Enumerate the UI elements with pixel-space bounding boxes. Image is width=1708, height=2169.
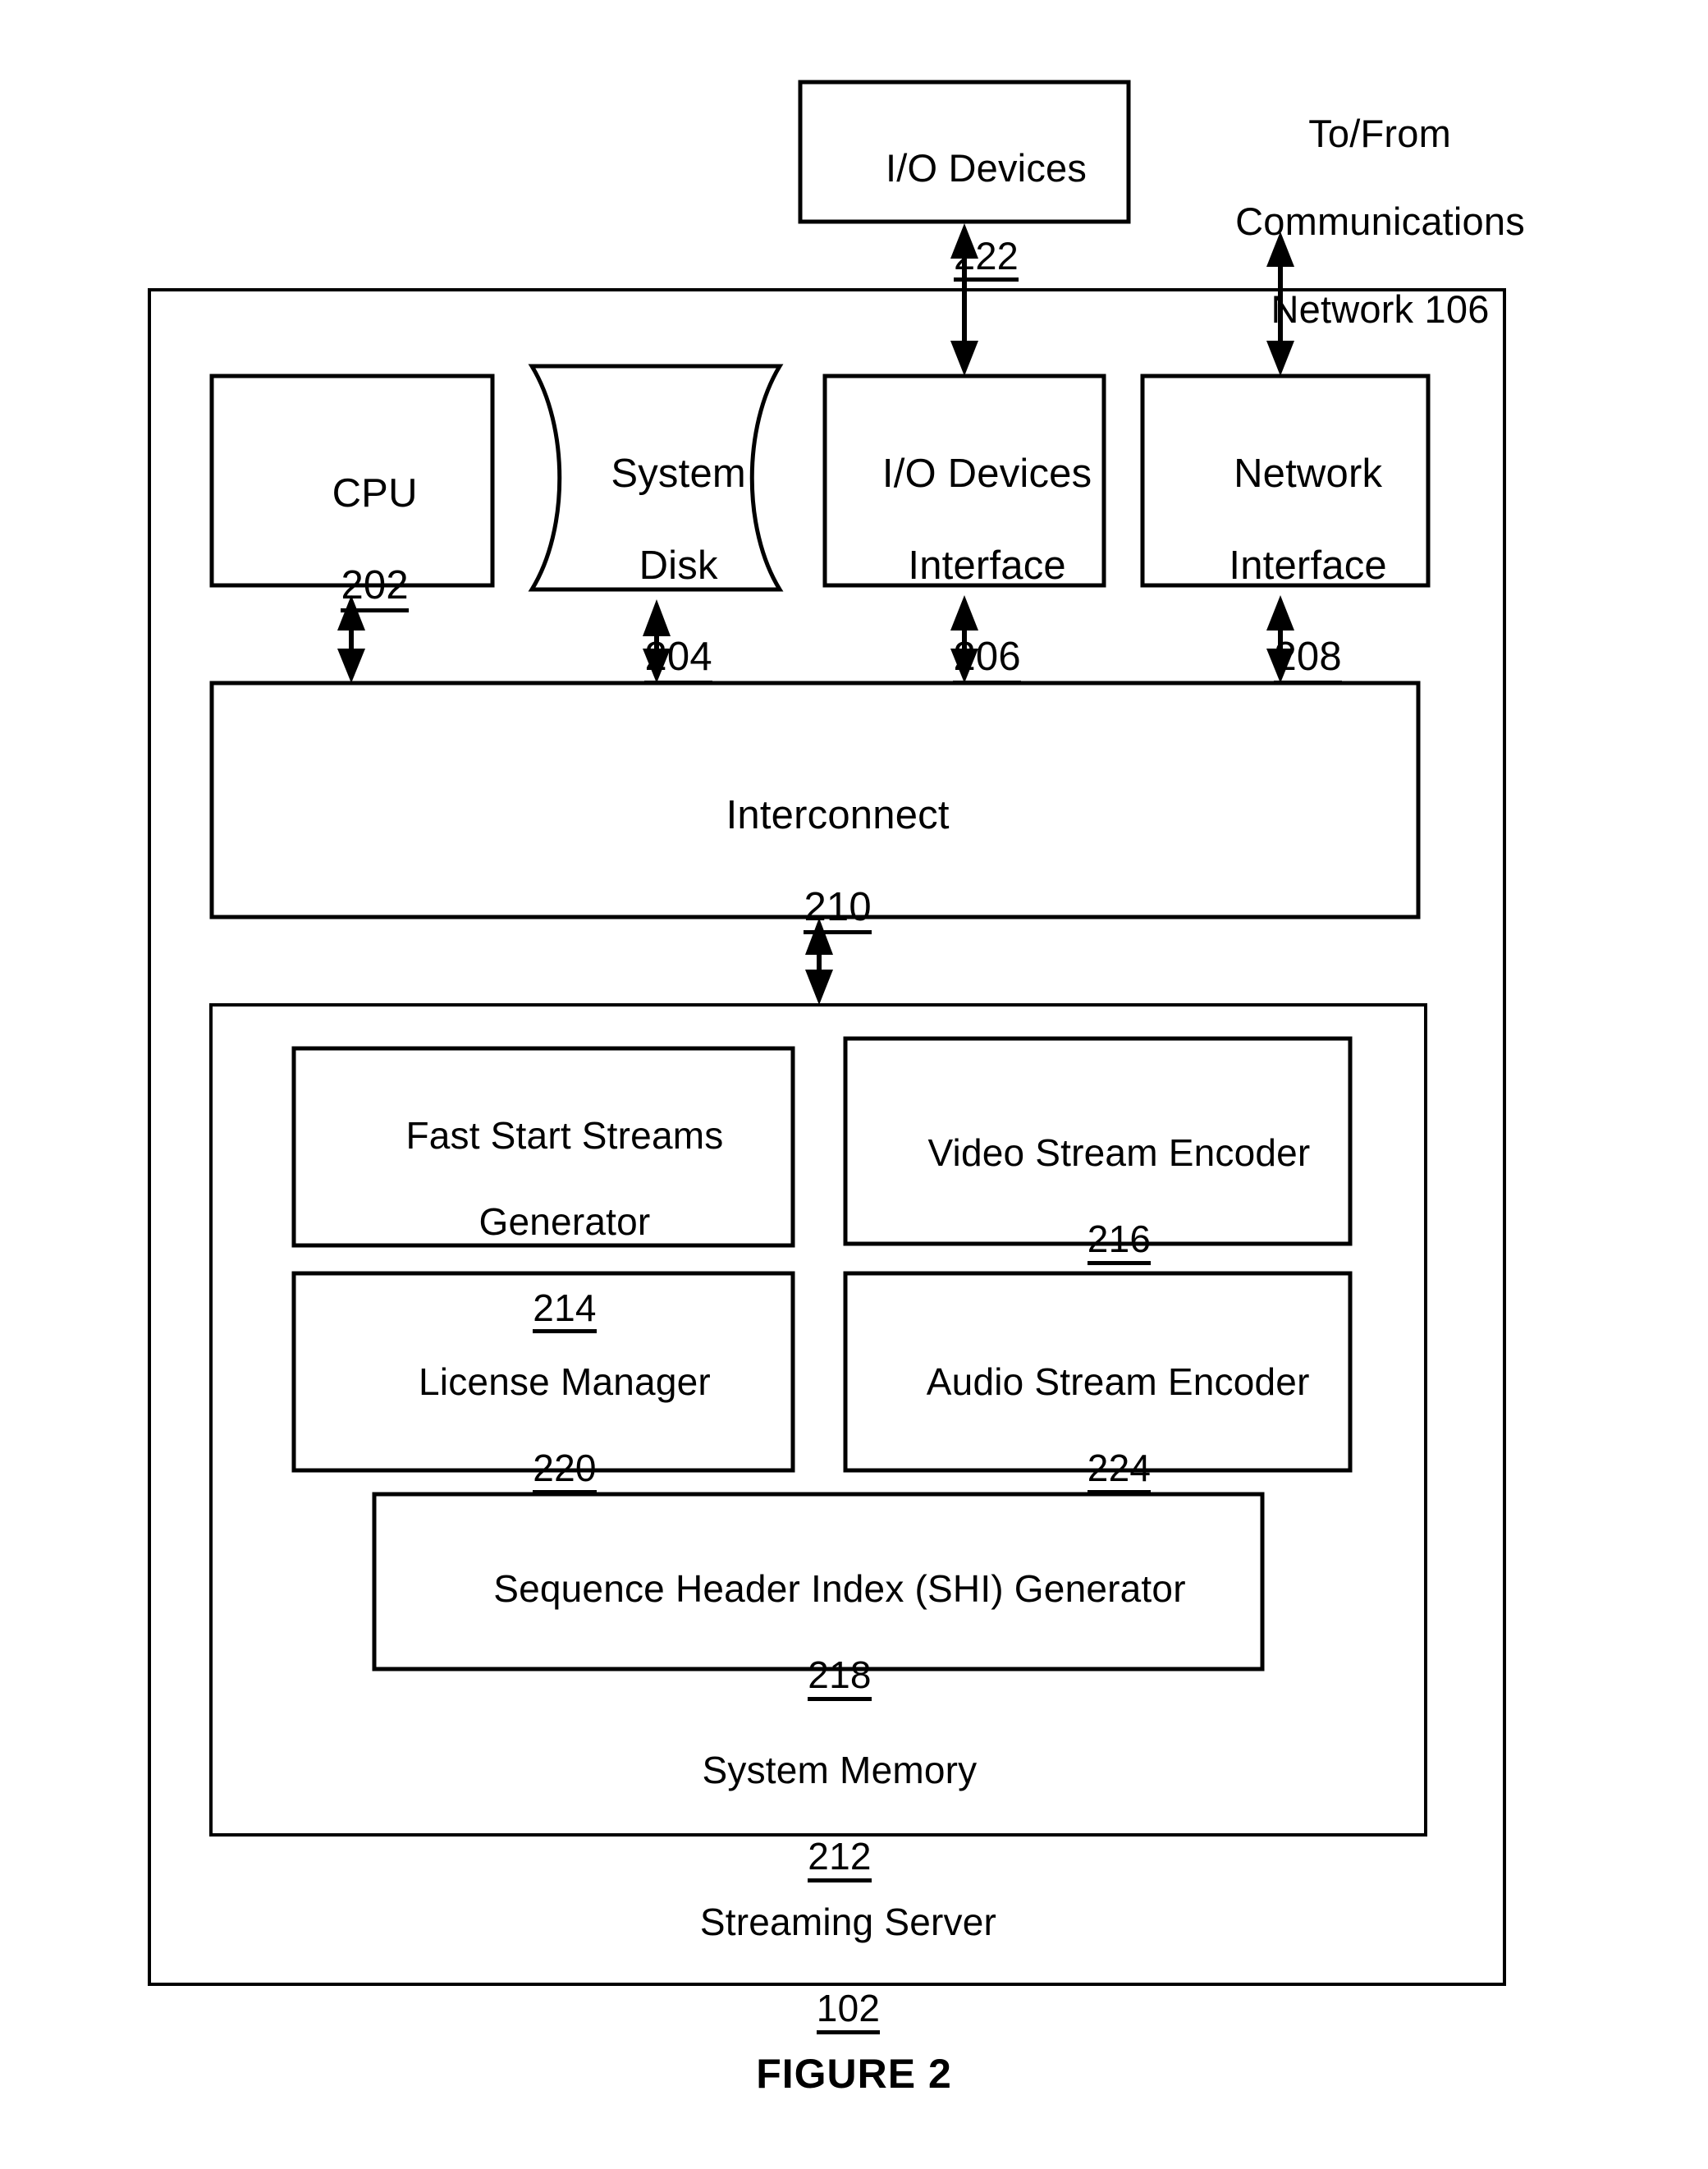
io-devices-external-label: I/O Devices 222 (800, 102, 1129, 326)
license-manager-ref: 220 (533, 1448, 597, 1494)
fast-start-title-line2: Generator (479, 1200, 651, 1244)
network-interface-ref: 208 (1274, 635, 1342, 685)
cpu-label: CPU 202 (212, 425, 492, 658)
video-stream-encoder-label: Video Stream Encoder 216 (845, 1089, 1350, 1308)
communications-network-note: To/From Communications Network 106 (1186, 67, 1531, 375)
audio-stream-encoder-ref: 224 (1087, 1448, 1152, 1494)
streaming-server-title: Streaming Server (699, 1901, 997, 1944)
io-devices-interface-title-line1: I/O Devices (881, 451, 1092, 496)
cpu-ref: 202 (341, 564, 409, 613)
system-memory-title: System Memory (702, 1749, 978, 1792)
network-note-line2: Communications (1235, 199, 1525, 243)
io-devices-interface-title-line2: Interface (908, 543, 1066, 588)
interconnect-ref: 210 (804, 886, 872, 935)
shi-generator-title: Sequence Header Index (SHI) Generator (493, 1567, 1186, 1611)
streaming-server-label: Streaming Server 102 (149, 1858, 1504, 2077)
audio-stream-encoder-title: Audio Stream Encoder (926, 1360, 1310, 1404)
network-note-line3: Network 106 (1271, 287, 1490, 331)
interconnect-title: Interconnect (726, 792, 950, 837)
video-stream-encoder-title: Video Stream Encoder (927, 1131, 1311, 1175)
system-disk-ref: 204 (644, 635, 712, 685)
interconnect-label: Interconnect 210 (212, 747, 1418, 980)
network-note-line1: To/From (1308, 111, 1451, 155)
network-interface-title-line2: Interface (1229, 543, 1387, 588)
io-devices-interface-ref: 206 (953, 635, 1021, 685)
video-stream-encoder-ref: 216 (1087, 1219, 1152, 1265)
patent-figure-2: I/O Devices 222 To/From Communications N… (0, 0, 1708, 2169)
io-devices-external-ref: 222 (954, 235, 1019, 282)
streaming-server-ref: 102 (816, 1988, 881, 2034)
network-interface-label: Network Interface 208 (1142, 406, 1428, 731)
audio-stream-encoder-label: Audio Stream Encoder 224 (845, 1318, 1350, 1537)
system-disk-title-line1: System (611, 451, 746, 496)
shi-generator-ref: 218 (808, 1655, 872, 1701)
license-manager-title: License Manager (419, 1360, 711, 1404)
cpu-title: CPU (332, 470, 418, 516)
system-disk-title-line2: Disk (639, 543, 718, 588)
figure-caption: FIGURE 2 (756, 2051, 952, 2097)
io-devices-interface-label: I/O Devices Interface 206 (821, 406, 1108, 731)
fast-start-title-line1: Fast Start Streams (405, 1114, 724, 1158)
io-devices-external-title: I/O Devices (885, 145, 1088, 190)
network-interface-title-line1: Network (1234, 451, 1383, 496)
license-manager-label: License Manager 220 (294, 1318, 793, 1537)
system-disk-label: System Disk 204 (542, 406, 770, 731)
